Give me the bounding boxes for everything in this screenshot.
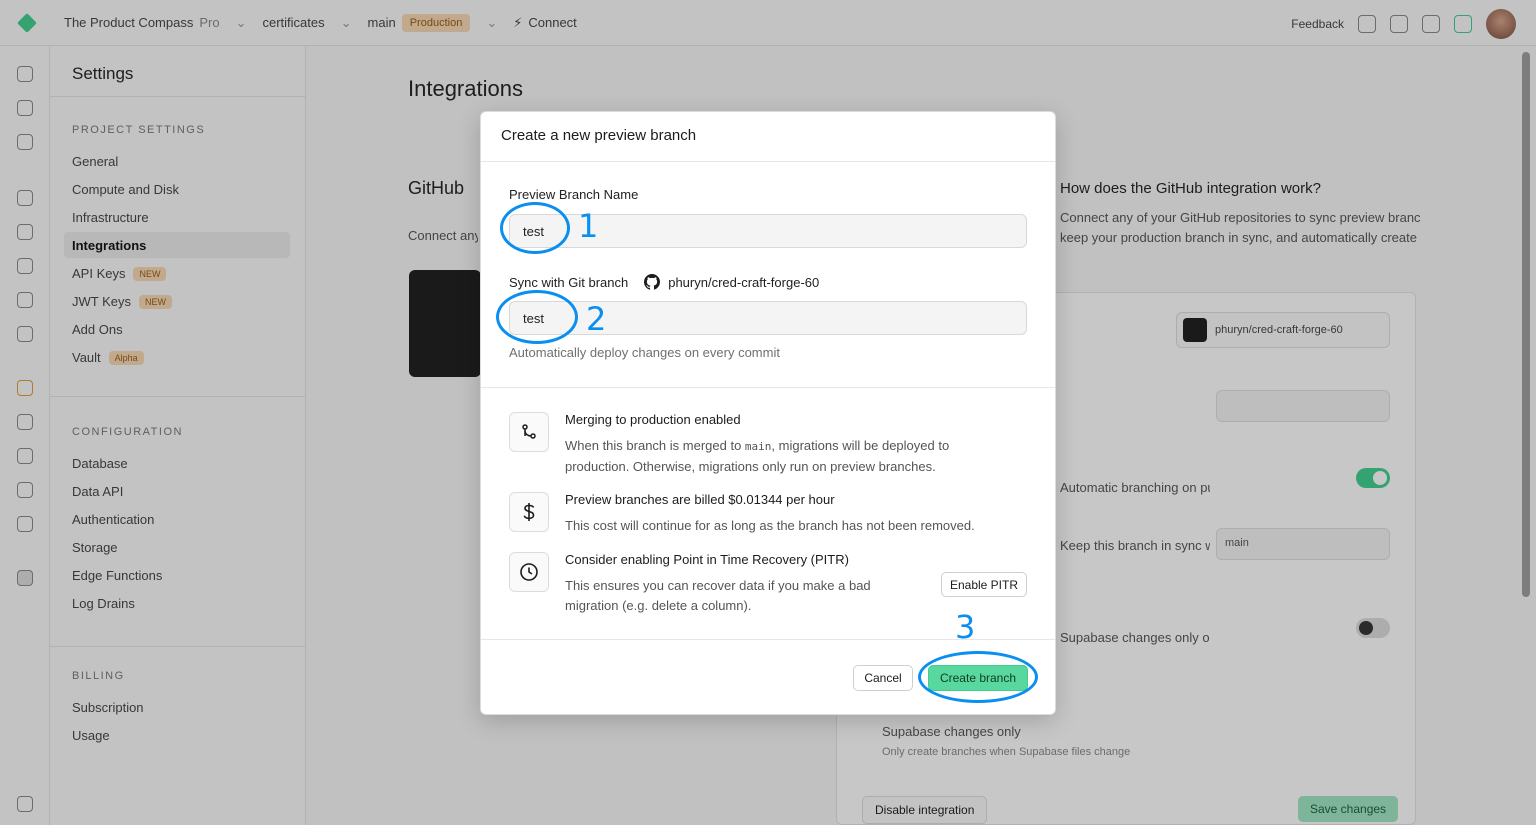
enable-pitr-button[interactable]: Enable PITR (941, 572, 1027, 597)
annotation-number-2: 2 (586, 300, 607, 338)
dollar-icon (509, 492, 549, 532)
page-scrollbar[interactable] (1522, 52, 1530, 597)
merging-title: Merging to production enabled (565, 412, 741, 427)
cancel-button[interactable]: Cancel (853, 665, 913, 691)
sync-label-text: Sync with Git branch (509, 274, 629, 290)
repository-name: phuryn/cred-craft-forge-60 (668, 274, 820, 290)
pitr-description: This ensures you can recover data if you… (565, 578, 871, 613)
merging-description-start: When this branch is merged to (565, 438, 745, 453)
git-merge-icon (509, 412, 549, 452)
annotation-ring-1 (500, 202, 570, 254)
merging-description: When this branch is merged to main, migr… (565, 436, 1005, 477)
billing-info: Preview branches are billed $0.01344 per… (509, 492, 1029, 536)
billing-title: Preview branches are billed $0.01344 per… (565, 492, 835, 507)
dialog-title: Create a new preview branch (481, 112, 1055, 162)
preview-branch-name-label: Preview Branch Name (509, 187, 639, 202)
annotation-number-1: 1 (578, 207, 599, 245)
sync-with-git-branch-label: Sync with Git branch phuryn/cred-craft-f… (509, 274, 819, 290)
auto-deploy-helper-text: Automatically deploy changes on every co… (509, 345, 780, 360)
merging-info: Merging to production enabled When this … (509, 412, 1029, 476)
annotation-number-3: 3 (955, 608, 976, 646)
annotation-ring-2 (496, 290, 578, 344)
main-branch-code: main (744, 440, 772, 453)
clock-icon (509, 552, 549, 592)
divider (481, 387, 1055, 388)
billing-description: This cost will continue for as long as t… (565, 518, 975, 533)
pitr-title: Consider enabling Point in Time Recovery… (565, 552, 849, 567)
annotation-ring-3 (918, 651, 1038, 703)
github-icon (644, 274, 661, 290)
